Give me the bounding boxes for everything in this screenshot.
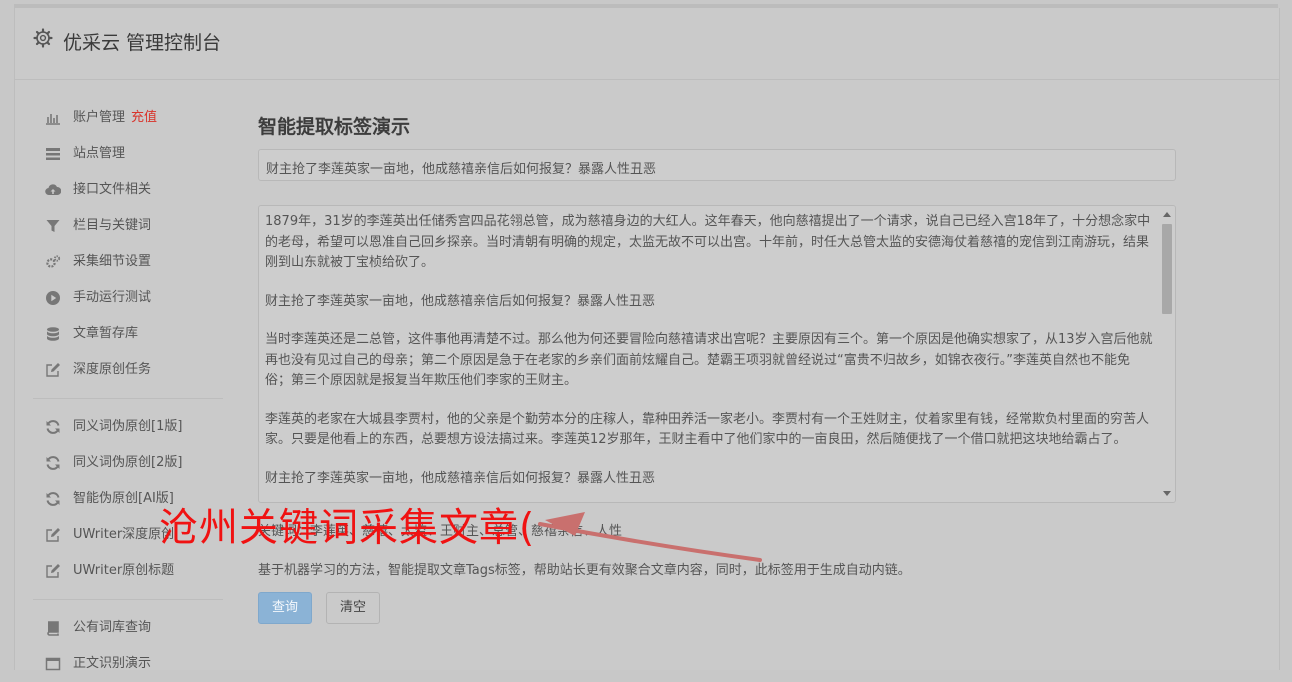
sidebar-item-label: 正文识别演示 <box>73 656 152 671</box>
sidebar-item-synonym-v1[interactable]: 同义词伪原创[1版] <box>33 409 233 445</box>
list-icon <box>46 148 60 160</box>
scrollbar-thumb[interactable] <box>1162 224 1172 314</box>
refresh-icon <box>46 420 60 434</box>
app-title: 优采云 管理控制台 <box>63 32 222 54</box>
sidebar-item-text-recognition[interactable]: 正文识别演示 <box>33 646 233 682</box>
sidebar-item-synonym-v2[interactable]: 同义词伪原创[2版] <box>33 445 233 481</box>
sidebar-item-label: 手动运行测试 <box>73 290 152 305</box>
feature-description: 基于机器学习的方法，智能提取文章Tags标签，帮助站长更有效聚合文章内容，同时，… <box>258 563 911 578</box>
sidebar-item-api-files[interactable]: 接口文件相关 <box>33 172 233 208</box>
sidebar-item-label: 站点管理 <box>73 146 126 161</box>
bar-chart-icon <box>46 114 60 125</box>
sidebar-divider <box>33 599 223 600</box>
header: 优采云 管理控制台 <box>15 8 1279 80</box>
gears-icon <box>46 255 61 268</box>
sidebar-item-label: 深度原创任务 <box>73 362 152 377</box>
content-scrollbar[interactable] <box>1159 206 1175 502</box>
sidebar-item-deep-original[interactable]: 深度原创任务 <box>33 352 233 388</box>
database-icon <box>47 327 59 341</box>
play-circle-icon <box>46 291 60 305</box>
sidebar-item-account[interactable]: 账户管理 充值 <box>33 100 233 136</box>
article-content-text: 1879年，31岁的李莲英出任储秀宫四品花翎总管，成为慈禧身边的大红人。这年春天… <box>265 212 1153 502</box>
article-title-input[interactable]: 财主抢了李莲英家一亩地，他成慈禧亲信后如何报复？暴露人性丑恶 <box>258 149 1176 181</box>
sidebar-item-label: 同义词伪原创[2版] <box>73 455 183 470</box>
sidebar-item-label: 账户管理 <box>73 110 126 125</box>
sidebar-item-label: 栏目与关键词 <box>73 218 152 233</box>
recharge-link[interactable]: 充值 <box>131 110 157 125</box>
filter-icon <box>46 220 60 232</box>
clear-button[interactable]: 清空 <box>326 592 380 624</box>
content-paragraph: 1879年，31岁的李莲英出任储秀宫四品花翎总管，成为慈禧身边的大红人。这年春天… <box>265 214 1151 270</box>
scroll-down-arrow-icon[interactable] <box>1163 491 1171 496</box>
sidebar-item-label: 公有词库查询 <box>73 620 152 635</box>
sidebar-item-uwriter-title[interactable]: UWriter原创标题 <box>33 553 233 589</box>
sidebar-divider <box>33 398 223 399</box>
content-paragraph: 财主抢了李莲英家一亩地，他成慈禧亲信后如何报复？暴露人性丑恶 <box>265 293 656 309</box>
gear-icon <box>33 28 53 48</box>
sidebar-item-label: 同义词伪原创[1版] <box>73 419 183 434</box>
sidebar-item-collect-settings[interactable]: 采集细节设置 <box>33 244 233 280</box>
query-button[interactable]: 查询 <box>258 592 312 624</box>
sidebar-item-label: 文章暂存库 <box>73 326 139 341</box>
sidebar-item-public-dictionary[interactable]: 公有词库查询 <box>33 610 233 646</box>
sidebar: 账户管理 充值 站点管理 接口文件相关 栏目与关键词 采集细节设置 手动运行测试 … <box>33 100 233 682</box>
article-content-textarea[interactable]: 1879年，31岁的李莲英出任储秀宫四品花翎总管，成为慈禧身边的大红人。这年春天… <box>258 205 1176 503</box>
content-paragraph: 财主抢了李莲英家一亩地，他成慈禧亲信后如何报复？暴露人性丑恶 <box>265 470 656 486</box>
console-panel: 优采云 管理控制台 账户管理 充值 站点管理 接口文件相关 栏目与关键词 采集细节… <box>14 8 1280 671</box>
edit-icon <box>46 564 60 578</box>
sidebar-item-columns-keywords[interactable]: 栏目与关键词 <box>33 208 233 244</box>
content-paragraph: 李莲英的老家在大城县李贾村，他的父亲是个勤劳本分的庄稼人，靠种田养活一家老小。李… <box>265 411 1150 448</box>
watermark-text: 沧州关键词采集文章( <box>159 506 536 551</box>
sidebar-item-sites[interactable]: 站点管理 <box>33 136 233 172</box>
sidebar-item-label: 采集细节设置 <box>73 254 152 269</box>
refresh-icon <box>46 456 60 470</box>
sidebar-item-label: 接口文件相关 <box>73 182 152 197</box>
scroll-up-arrow-icon[interactable] <box>1163 212 1171 217</box>
edit-icon <box>46 528 60 542</box>
sidebar-item-label: UWriter原创标题 <box>73 563 175 578</box>
sidebar-item-manual-run[interactable]: 手动运行测试 <box>33 280 233 316</box>
cloud-upload-icon <box>45 184 61 196</box>
window-icon <box>45 657 61 671</box>
edit-icon <box>46 363 60 377</box>
page-title: 智能提取标签演示 <box>258 116 411 138</box>
book-icon <box>47 621 59 636</box>
sidebar-item-article-storage[interactable]: 文章暂存库 <box>33 316 233 352</box>
content-paragraph: 当时李莲英还是二总管，这件事他再清楚不过。那么他为何还要冒险向慈禧请求出宫呢？主… <box>265 332 1153 388</box>
refresh-icon <box>46 492 60 506</box>
